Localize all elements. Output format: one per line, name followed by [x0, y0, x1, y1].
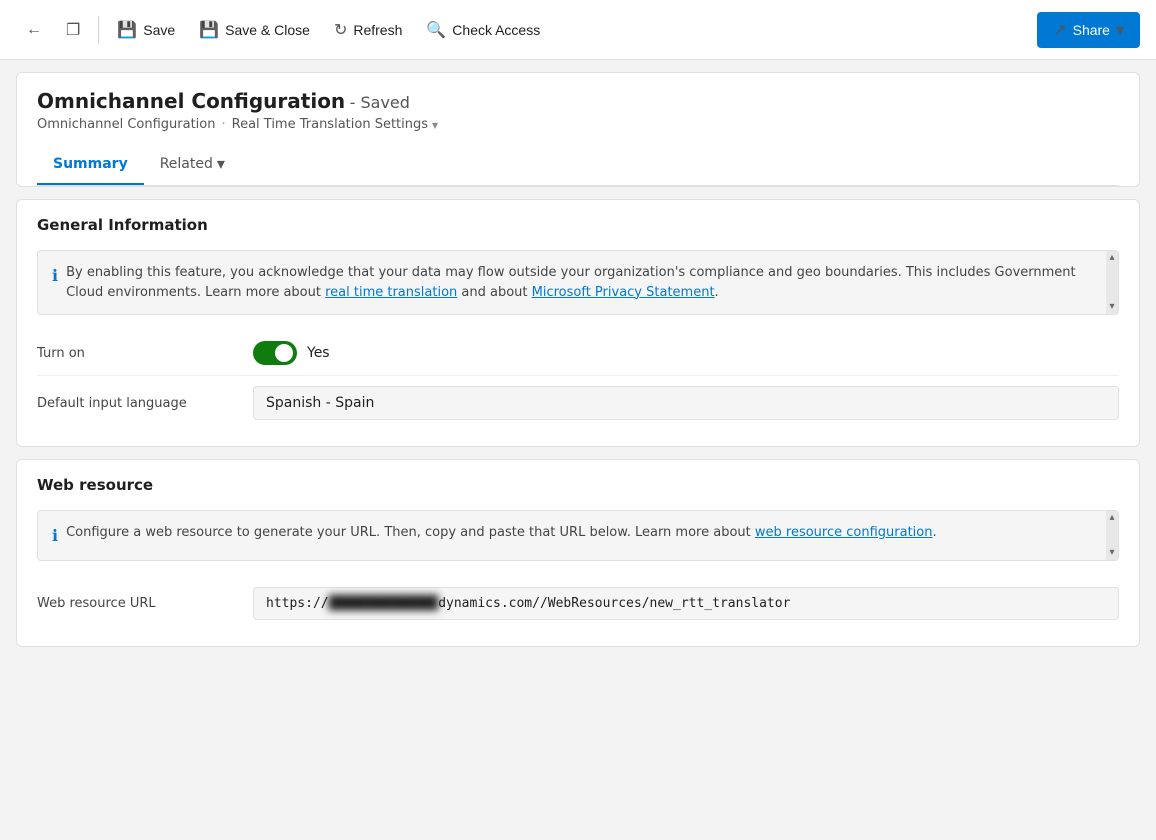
general-info-text: By enabling this feature, you acknowledg…: [66, 263, 1104, 302]
web-resource-scroll-up[interactable]: ▴: [1109, 513, 1114, 523]
web-resource-text-2: .: [932, 525, 936, 540]
web-resource-title: Web resource: [37, 476, 1119, 494]
refresh-label: Refresh: [353, 22, 402, 38]
url-blurred: ██████████████: [329, 596, 439, 611]
web-resource-info-icon: ℹ: [52, 524, 58, 548]
scroll-up-arrow[interactable]: ▴: [1109, 253, 1114, 263]
breadcrumb-root: Omnichannel Configuration: [37, 117, 215, 132]
related-chevron-icon: ▾: [217, 154, 225, 173]
breadcrumb-current-label: Real Time Translation Settings: [232, 117, 428, 132]
privacy-statement-link[interactable]: Microsoft Privacy Statement: [532, 285, 715, 300]
toggle-slider: [253, 341, 297, 365]
save-label: Save: [143, 22, 175, 38]
tab-summary-label: Summary: [53, 156, 128, 172]
share-chevron-icon: ▾: [1116, 20, 1124, 40]
web-resource-text-1: Configure a web resource to generate you…: [66, 525, 755, 540]
url-label: Web resource URL: [37, 596, 237, 611]
header-card: Omnichannel Configuration - Saved Omnich…: [16, 72, 1140, 187]
default-language-value: Spanish - Spain: [253, 386, 1119, 420]
tab-related-label: Related: [160, 156, 213, 172]
banner-scrollbar: ▴ ▾: [1106, 251, 1118, 314]
web-resource-banner-scrollbar: ▴ ▾: [1106, 511, 1118, 560]
new-tab-button[interactable]: ❐: [56, 14, 90, 46]
tab-bar: Summary Related ▾: [37, 144, 1119, 186]
check-access-label: Check Access: [452, 22, 540, 38]
general-info-banner: ℹ By enabling this feature, you acknowle…: [37, 250, 1119, 315]
web-resource-config-link[interactable]: web resource configuration: [755, 525, 933, 540]
tab-summary[interactable]: Summary: [37, 144, 144, 185]
check-access-button[interactable]: 🔍 Check Access: [416, 14, 550, 46]
page-heading: Omnichannel Configuration - Saved: [37, 89, 1119, 113]
content-area: Omnichannel Configuration - Saved Omnich…: [0, 60, 1156, 659]
breadcrumb-current[interactable]: Real Time Translation Settings ▾: [232, 117, 438, 132]
web-resource-scroll-down[interactable]: ▾: [1109, 548, 1114, 558]
info-icon: ℹ: [52, 264, 58, 302]
web-resource-banner: ℹ Configure a web resource to generate y…: [37, 510, 1119, 561]
web-resource-info-text: Configure a web resource to generate you…: [66, 523, 937, 548]
default-language-field[interactable]: Spanish - Spain: [253, 386, 1119, 420]
new-tab-icon: ❐: [66, 20, 80, 40]
default-language-label: Default input language: [37, 396, 237, 411]
web-resource-card: Web resource ℹ Configure a web resource …: [16, 459, 1140, 647]
divider-1: [98, 16, 99, 44]
general-information-card: General Information ℹ By enabling this f…: [16, 199, 1140, 447]
url-value: https://██████████████dynamics.com//WebR…: [253, 587, 1119, 620]
info-text-3: .: [715, 285, 719, 300]
back-button[interactable]: ←: [16, 15, 52, 45]
app-title: Omnichannel Configuration: [37, 89, 345, 113]
save-close-icon: 💾: [199, 20, 219, 40]
turn-on-toggle[interactable]: [253, 341, 297, 365]
breadcrumb-separator: ·: [221, 117, 225, 132]
toolbar: ← ❐ 💾 Save 💾 Save & Close ↻ Refresh 🔍 Ch…: [0, 0, 1156, 60]
refresh-icon: ↻: [334, 20, 347, 40]
share-button[interactable]: ↗ Share ▾: [1037, 12, 1140, 48]
check-access-icon: 🔍: [426, 20, 446, 40]
breadcrumb-chevron-icon: ▾: [432, 118, 438, 132]
turn-on-value: Yes: [253, 341, 1119, 365]
back-icon: ←: [26, 21, 42, 39]
toggle-yes-label: Yes: [307, 345, 330, 361]
breadcrumb: Omnichannel Configuration · Real Time Tr…: [37, 117, 1119, 132]
save-close-button[interactable]: 💾 Save & Close: [189, 14, 320, 46]
url-field[interactable]: https://██████████████dynamics.com//WebR…: [253, 587, 1119, 620]
saved-status: - Saved: [350, 93, 410, 112]
tab-related[interactable]: Related ▾: [144, 144, 241, 185]
url-prefix: https://: [266, 596, 329, 611]
share-label: Share: [1073, 22, 1110, 38]
refresh-button[interactable]: ↻ Refresh: [324, 14, 412, 46]
share-icon: ↗: [1053, 20, 1066, 40]
save-close-label: Save & Close: [225, 22, 310, 38]
info-text-2: and about: [457, 285, 531, 300]
url-suffix: dynamics.com//WebResources/new_rtt_trans…: [438, 596, 790, 611]
save-icon: 💾: [117, 20, 137, 40]
turn-on-label: Turn on: [37, 346, 237, 361]
default-language-row: Default input language Spanish - Spain: [37, 376, 1119, 430]
turn-on-row: Turn on Yes: [37, 331, 1119, 376]
save-button[interactable]: 💾 Save: [107, 14, 185, 46]
toggle-container: Yes: [253, 341, 1119, 365]
real-time-translation-link[interactable]: real time translation: [325, 285, 457, 300]
general-information-title: General Information: [37, 216, 1119, 234]
url-row: Web resource URL https://██████████████d…: [37, 577, 1119, 630]
scroll-down-arrow[interactable]: ▾: [1109, 302, 1114, 312]
